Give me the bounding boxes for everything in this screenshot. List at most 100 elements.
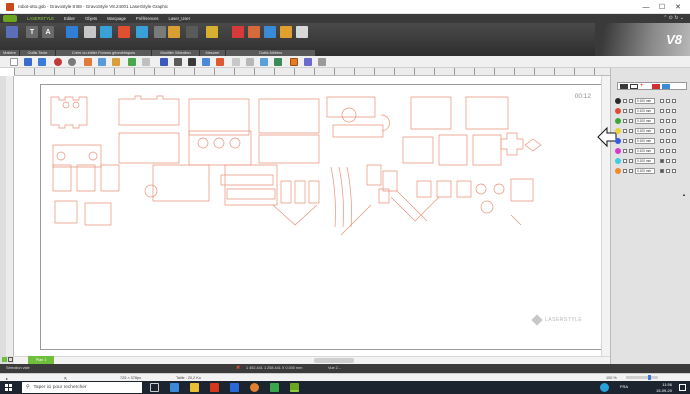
font-tool-icon[interactable]: A — [42, 26, 54, 38]
pen-option-checkbox[interactable] — [672, 128, 676, 133]
pen-option-checkbox[interactable] — [672, 118, 676, 123]
pen-visible-checkbox[interactable] — [629, 128, 633, 133]
pen-row[interactable]: 0.100 mm — [615, 136, 689, 145]
pen-width-field[interactable]: 0.100 mm — [635, 97, 655, 104]
pen-visible-checkbox[interactable] — [629, 148, 633, 153]
edit-pen-icon[interactable] — [202, 58, 210, 66]
pen-width-field[interactable]: 0.100 mm — [635, 167, 655, 174]
pen-engrave-checkbox[interactable] — [666, 138, 670, 143]
edge-icon[interactable] — [170, 383, 179, 392]
material-icon[interactable] — [6, 26, 18, 38]
pen-color-swatch[interactable] — [615, 127, 621, 134]
pen-cut-checkbox[interactable] — [660, 128, 664, 133]
pen-cut-checkbox[interactable] — [660, 138, 664, 143]
ruler-icon[interactable] — [206, 26, 218, 38]
pen-width-field[interactable]: 0.100 mm — [635, 137, 655, 144]
pen-enable-checkbox[interactable] — [623, 158, 627, 163]
pen-visible-checkbox[interactable] — [629, 118, 633, 123]
pen-option-checkbox[interactable] — [672, 148, 676, 153]
start-windows-icon[interactable] — [5, 384, 12, 391]
star-icon[interactable] — [216, 58, 224, 66]
redo-icon[interactable] — [68, 58, 76, 66]
part-box-panel[interactable] — [50, 96, 88, 129]
work-area[interactable]: 00:12 LASERSTYLE — [40, 84, 602, 350]
office-icon[interactable] — [210, 383, 219, 392]
horizontal-scrollbar[interactable] — [14, 356, 610, 364]
gravograph-logo[interactable] — [3, 15, 17, 22]
pen-option-checkbox[interactable] — [672, 158, 676, 163]
pen-color-swatch[interactable] — [615, 147, 621, 154]
pen-visible-checkbox[interactable] — [629, 168, 633, 173]
pen-color-swatch[interactable] — [615, 117, 621, 124]
taskbar-search[interactable]: ⚲ Taper ici pour rechercher — [22, 382, 142, 393]
pen-row[interactable]: 0.100 mm — [615, 166, 689, 175]
pen-panel-scroll-arrow-icon[interactable]: ▲ — [682, 192, 686, 197]
pen-row[interactable]: 0.100 mm — [615, 106, 689, 115]
minimize-button[interactable]: — — [638, 0, 654, 14]
layer-visible-icon[interactable] — [2, 357, 7, 362]
pen-option-checkbox[interactable] — [672, 168, 676, 173]
new-file-icon[interactable] — [10, 58, 18, 66]
pen-cut-checkbox[interactable] — [660, 158, 664, 163]
trade-tool-3-icon[interactable] — [264, 26, 276, 38]
undo-icon[interactable] — [54, 58, 62, 66]
pen-enable-checkbox[interactable] — [623, 168, 627, 173]
menu-right-controls[interactable]: ⌃ ⊙ ↻ ⌄ — [663, 15, 684, 21]
paste-icon[interactable] — [112, 58, 120, 66]
pen-cut-checkbox[interactable] — [660, 98, 664, 103]
pen-cut-checkbox[interactable] — [660, 118, 664, 123]
pen-engrave-checkbox[interactable] — [666, 98, 670, 103]
pen-color-swatch[interactable] — [615, 97, 621, 104]
pen-engrave-checkbox[interactable] — [666, 168, 670, 173]
trade-tool-4-icon[interactable] — [280, 26, 292, 38]
pen-enable-checkbox[interactable] — [623, 128, 627, 133]
pen-width-field[interactable]: 0.100 mm — [635, 117, 655, 124]
pen-row[interactable]: 0.100 mm — [615, 116, 689, 125]
pen-enable-checkbox[interactable] — [623, 108, 627, 113]
pen-visible-checkbox[interactable] — [629, 158, 633, 163]
horizontal-scroll-thumb[interactable] — [314, 358, 354, 363]
pen-color-swatch[interactable] — [615, 137, 621, 144]
app-icon-green[interactable] — [270, 383, 279, 392]
close-button[interactable]: ✕ — [670, 0, 686, 14]
layers-icon[interactable] — [260, 58, 268, 66]
pen-cut-checkbox[interactable] — [660, 168, 664, 173]
photos-icon[interactable] — [230, 383, 239, 392]
taskbar-clock[interactable]: 11:56 15-09-20 — [656, 382, 672, 393]
layer-lock-icon[interactable] — [8, 357, 13, 362]
pen-engrave-checkbox[interactable] — [666, 158, 670, 163]
laser-parts-drawing[interactable] — [41, 85, 603, 351]
engrave-icon[interactable] — [290, 58, 298, 66]
pen-color-swatch[interactable] — [615, 167, 621, 174]
menu-editer[interactable]: Editer — [64, 16, 75, 21]
pen-row[interactable]: 0.100 mm — [615, 156, 689, 165]
maximize-button[interactable]: ☐ — [654, 0, 670, 14]
print-icon[interactable] — [318, 58, 326, 66]
open-file-icon[interactable] — [24, 58, 32, 66]
menu-objets[interactable]: Objets — [85, 16, 97, 21]
pen-tool-icon[interactable] — [84, 26, 96, 38]
vertical-scrollbar[interactable] — [601, 76, 610, 356]
pen-enable-checkbox[interactable] — [623, 98, 627, 103]
layer-tab-plan-1[interactable]: Plan 1 — [28, 356, 54, 364]
copy-icon[interactable] — [98, 58, 106, 66]
pen-enable-checkbox[interactable] — [623, 148, 627, 153]
pen-width-field[interactable]: 0.100 mm — [635, 157, 655, 164]
gravostyle-taskbar-icon[interactable] — [290, 383, 299, 392]
pen-engrave-checkbox[interactable] — [666, 128, 670, 133]
text-icon[interactable] — [188, 58, 196, 66]
text-tool-icon[interactable]: T — [26, 26, 38, 38]
notification-icon[interactable] — [679, 384, 686, 391]
select-arrow-icon[interactable] — [66, 26, 78, 38]
menu-preferences[interactable]: Préférences — [136, 16, 159, 21]
pen-color-swatch[interactable] — [615, 157, 621, 164]
preview-icon[interactable] — [304, 58, 312, 66]
chrome-icon[interactable] — [250, 383, 259, 392]
pen-option-checkbox[interactable] — [672, 138, 676, 143]
shape-tool-icon[interactable] — [100, 26, 112, 38]
grid-icon[interactable] — [246, 58, 254, 66]
vertical-ruler[interactable] — [6, 76, 14, 356]
save-icon[interactable] — [38, 58, 46, 66]
pen-color-swatch[interactable] — [615, 107, 621, 114]
menu-laserstyle[interactable]: LASERSTYLE — [27, 16, 54, 21]
